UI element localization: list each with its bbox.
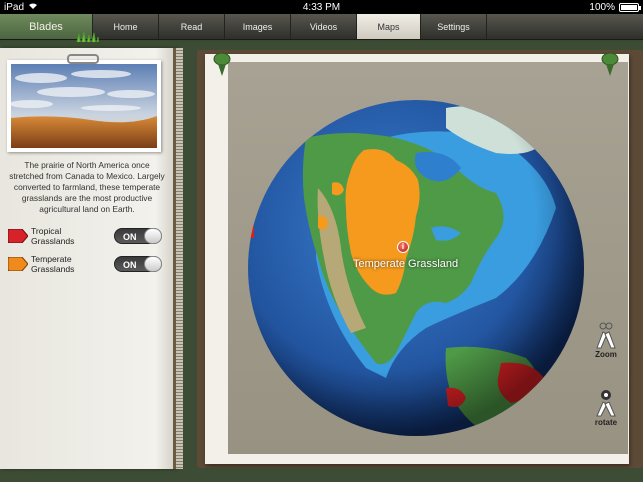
rotate-label: rotate xyxy=(594,418,618,427)
orange-tag-icon xyxy=(8,257,28,271)
prairie-photo[interactable] xyxy=(7,54,161,152)
legend-temperate: Temperate Grasslands ON xyxy=(8,252,168,276)
pinch-zoom-icon xyxy=(596,322,616,349)
red-tag-icon xyxy=(8,229,28,243)
legend-temperate-line1: Temperate xyxy=(31,254,72,264)
zoom-label: Zoom xyxy=(595,350,617,359)
tropical-toggle-state: ON xyxy=(123,232,137,242)
info-panel: The prairie of North America once stretc… xyxy=(0,48,183,469)
tab-videos[interactable]: Videos xyxy=(291,14,357,39)
tab-settings[interactable]: Settings xyxy=(421,14,487,39)
toggle-knob xyxy=(144,256,162,272)
brand-label: Blades xyxy=(29,21,63,33)
paper-clip-icon xyxy=(67,54,99,64)
temperate-toggle[interactable]: ON xyxy=(114,256,162,272)
rotate-gesture-icon xyxy=(596,390,616,417)
battery-icon xyxy=(619,2,641,12)
battery-percent: 100% xyxy=(589,1,615,13)
rotate-control[interactable]: rotate xyxy=(588,388,624,427)
tab-maps[interactable]: Maps xyxy=(357,14,421,39)
toggle-knob xyxy=(144,228,162,244)
prairie-image xyxy=(11,64,157,148)
region-label: Temperate Grassland xyxy=(353,258,459,270)
legend-tropical-line2: Grasslands xyxy=(31,236,75,246)
legend-tropical-line1: Tropical xyxy=(31,226,62,236)
brand-tab[interactable]: Blades xyxy=(0,14,100,46)
status-bar: iPad 4:33 PM 100% xyxy=(0,0,643,14)
temperate-toggle-state: ON xyxy=(123,260,137,270)
grassland-description: The prairie of North America once stretc… xyxy=(9,160,165,214)
tab-images[interactable]: Images xyxy=(225,14,291,39)
zoom-control[interactable]: Zoom xyxy=(588,320,624,359)
pushpin-icon xyxy=(213,52,231,76)
info-icon[interactable]: i xyxy=(397,241,409,253)
top-nav: Blades Home Read Images Videos Maps Sett… xyxy=(0,14,643,46)
tab-read[interactable]: Read xyxy=(159,14,225,39)
device-name: iPad xyxy=(4,1,25,13)
legend-temperate-line2: Grasslands xyxy=(31,264,75,274)
legend-tropical: Tropical Grasslands ON xyxy=(8,224,168,248)
clock: 4:33 PM xyxy=(302,1,341,13)
pushpin-icon xyxy=(601,52,619,76)
tropical-toggle[interactable]: ON xyxy=(114,228,162,244)
tab-home[interactable]: Home xyxy=(93,14,159,39)
wifi-icon xyxy=(28,2,38,13)
